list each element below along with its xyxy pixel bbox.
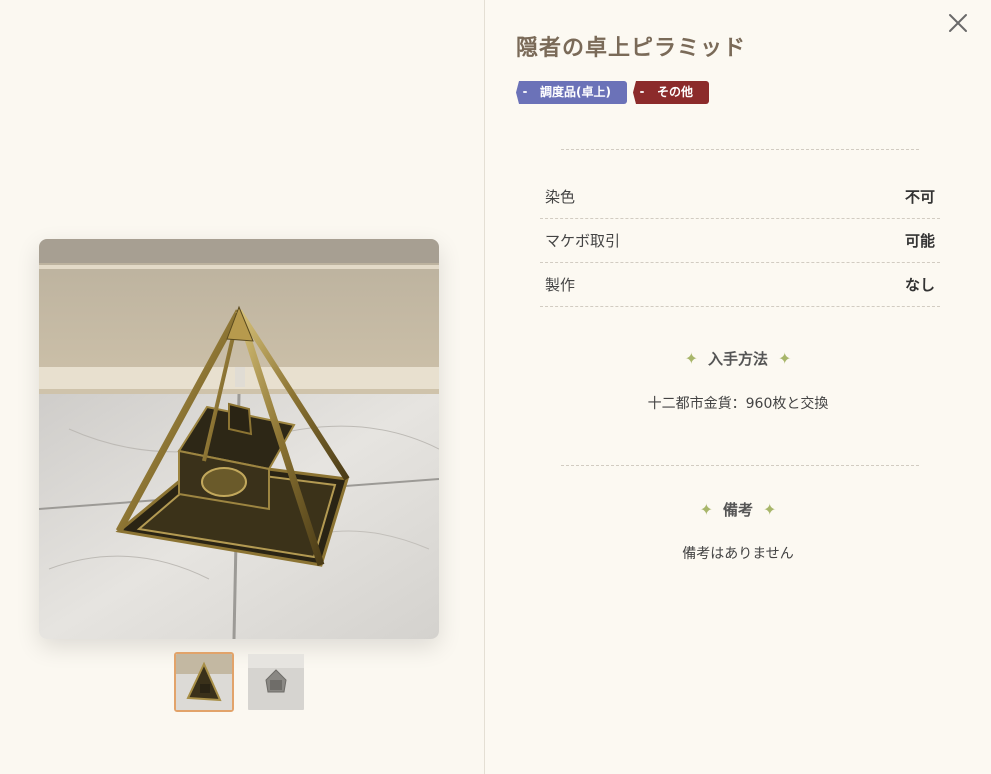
property-key: 製作 [545, 276, 576, 294]
property-row-craft: 製作 なし [540, 263, 940, 307]
property-key: 染色 [545, 188, 576, 206]
acquisition-text: 十二都市金貨：960枚と交換 [647, 396, 829, 412]
property-value: なし [904, 276, 935, 294]
category-tags: 調度品(卓上) その他 [516, 81, 709, 104]
sparkle-icon: ✦ [699, 500, 713, 519]
notes-heading-label: 備考 [722, 501, 753, 519]
tag-bullet-icon [523, 91, 527, 93]
sparkle-icon: ✦ [763, 500, 777, 519]
property-value: 可能 [904, 232, 935, 250]
property-list: 染色 不可 マケボ取引 可能 製作 なし [540, 175, 940, 307]
notes-heading: ✦ 備考 ✦ [485, 499, 991, 520]
main-item-image [39, 239, 439, 639]
sparkle-icon: ✦ [778, 349, 792, 368]
property-row-dye: 染色 不可 [540, 175, 940, 219]
item-title: 隠者の卓上ピラミッド [516, 36, 747, 61]
close-button[interactable] [943, 8, 973, 38]
thumbnail-strip [174, 652, 306, 712]
tag-label: その他 [656, 85, 693, 99]
close-icon [949, 14, 967, 32]
sparkle-icon: ✦ [684, 349, 698, 368]
divider [561, 465, 919, 466]
details-pane: 隠者の卓上ピラミッド 調度品(卓上) その他 染色 不可 マケボ取引 可能 製作… [485, 0, 991, 774]
property-row-market: マケボ取引 可能 [540, 219, 940, 263]
tag-bullet-icon [639, 91, 644, 93]
property-value: 不可 [904, 188, 935, 206]
gallery-pane [0, 0, 484, 774]
divider [561, 149, 919, 150]
acquisition-heading-label: 入手方法 [707, 350, 768, 368]
tag-category-other[interactable]: その他 [632, 81, 709, 104]
tag-category-tabletop[interactable]: 調度品(卓上) [516, 81, 627, 104]
notes-text: 備考はありません [682, 546, 794, 562]
thumbnail-pyramid-preview[interactable] [246, 652, 306, 712]
property-key: マケボ取引 [545, 232, 621, 250]
thumbnail-pyramid-photo[interactable] [174, 652, 234, 712]
acquisition-heading: ✦ 入手方法 ✦ [485, 348, 991, 369]
tag-label: 調度品(卓上) [540, 85, 611, 99]
